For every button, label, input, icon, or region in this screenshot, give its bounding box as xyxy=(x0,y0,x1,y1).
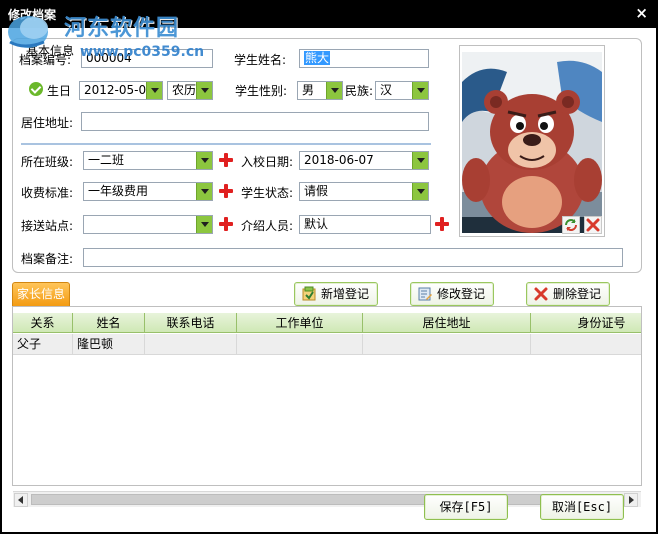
edit-record-label: 修改登记 xyxy=(437,287,486,301)
save-button[interactable]: 保存[F5] xyxy=(424,494,508,520)
referrer-field[interactable]: 默认 xyxy=(299,215,431,234)
refresh-photo-icon xyxy=(565,219,577,231)
table-header: 关系 姓名 联系电话 工作单位 居住地址 身份证号 xyxy=(13,313,641,333)
file-number-field[interactable]: 000004 xyxy=(81,49,213,68)
bear-photo-image xyxy=(462,52,602,233)
column-header[interactable]: 居住地址 xyxy=(363,313,531,333)
delete-record-button[interactable]: 删除登记 xyxy=(526,282,610,306)
fee-select[interactable]: 一年级费用 xyxy=(83,182,213,201)
calendar-type-select[interactable]: 农历 xyxy=(167,81,213,100)
status-value: 请假 xyxy=(304,184,329,198)
enroll-date-value: 2018-06-07 xyxy=(304,153,374,167)
dropdown-arrow-icon[interactable] xyxy=(196,216,212,233)
title-bar: 修改档案 × xyxy=(0,0,658,28)
remark-field[interactable] xyxy=(83,248,623,267)
refresh-photo-button[interactable] xyxy=(562,216,580,234)
delete-record-icon xyxy=(534,287,548,301)
dropdown-arrow-icon[interactable] xyxy=(146,82,162,99)
student-name-label: 学生姓名: xyxy=(234,53,287,67)
gender-label: 学生性别: xyxy=(235,84,288,98)
delete-photo-button[interactable] xyxy=(584,216,602,234)
status-label: 学生状态: xyxy=(241,186,294,200)
dropdown-arrow-icon[interactable] xyxy=(326,82,342,99)
dropdown-arrow-icon[interactable] xyxy=(196,82,212,99)
birthday-picker[interactable]: 2012-05-01 xyxy=(79,81,163,100)
add-record-label: 新增登记 xyxy=(321,287,370,301)
column-header[interactable]: 姓名 xyxy=(73,313,145,333)
add-record-icon xyxy=(302,286,316,301)
cancel-button[interactable]: 取消[Esc] xyxy=(540,494,624,520)
dropdown-arrow-icon[interactable] xyxy=(412,82,428,99)
birthday-value: 2012-05-01 xyxy=(84,83,154,97)
scroll-right-button[interactable] xyxy=(624,493,638,507)
student-photo xyxy=(462,52,602,233)
fee-label: 收费标准: xyxy=(21,186,74,200)
dropdown-arrow-icon[interactable] xyxy=(196,152,212,169)
enroll-date-label: 入校日期: xyxy=(241,155,294,169)
class-label: 所在班级: xyxy=(21,155,74,169)
add-referrer-icon[interactable] xyxy=(435,217,449,231)
photo-frame xyxy=(459,45,605,237)
remark-label: 档案备注: xyxy=(21,252,74,266)
column-header[interactable]: 关系 xyxy=(13,313,73,333)
section-divider xyxy=(21,143,431,145)
pickup-label: 接送站点: xyxy=(21,219,74,233)
delete-record-label: 删除登记 xyxy=(553,287,602,301)
birthday-label: 生日 xyxy=(47,84,72,98)
delete-photo-icon xyxy=(586,218,600,232)
ethnicity-value: 汉 xyxy=(380,83,393,97)
column-header[interactable]: 联系电话 xyxy=(145,313,237,333)
gender-value: 男 xyxy=(302,83,315,97)
table-cell xyxy=(237,334,363,355)
edit-file-window: 修改档案 × 基本信息 档案编号: 000004 学生姓名: 熊大 生日 201… xyxy=(0,0,658,534)
table-cell: 父子 xyxy=(13,334,73,355)
birthday-checkbox[interactable] xyxy=(29,82,43,96)
column-header[interactable]: 工作单位 xyxy=(237,313,363,333)
edit-record-button[interactable]: 修改登记 xyxy=(410,282,494,306)
basic-info-group: 基本信息 档案编号: 000004 学生姓名: 熊大 生日 2012-05-01… xyxy=(12,38,642,273)
address-label: 居住地址: xyxy=(21,116,74,130)
student-name-field[interactable]: 熊大 xyxy=(299,49,429,68)
dropdown-arrow-icon[interactable] xyxy=(196,183,212,200)
table-cell xyxy=(145,334,237,355)
fee-value: 一年级费用 xyxy=(88,184,149,198)
calendar-type-value: 农历 xyxy=(172,83,197,97)
dropdown-arrow-icon[interactable] xyxy=(412,152,428,169)
class-select[interactable]: 一二班 xyxy=(83,151,213,170)
scroll-thumb[interactable] xyxy=(31,494,621,505)
dialog-body: 基本信息 档案编号: 000004 学生姓名: 熊大 生日 2012-05-01… xyxy=(2,28,656,532)
referrer-label: 介绍人员: xyxy=(241,219,294,233)
status-select[interactable]: 请假 xyxy=(299,182,429,201)
pickup-select[interactable] xyxy=(83,215,213,234)
scroll-left-button[interactable] xyxy=(14,493,28,507)
student-name-value: 熊大 xyxy=(304,51,331,65)
parent-info-panel: 关系 姓名 联系电话 工作单位 居住地址 身份证号 父子 隆巴顿 xyxy=(12,306,642,507)
dropdown-arrow-icon[interactable] xyxy=(412,183,428,200)
edit-record-icon xyxy=(418,287,432,301)
file-number-label: 档案编号: xyxy=(19,53,72,67)
add-fee-icon[interactable] xyxy=(219,184,233,198)
tab-parent-info[interactable]: 家长信息 xyxy=(12,282,70,306)
arrow-left-icon xyxy=(18,496,23,504)
add-record-button[interactable]: 新增登记 xyxy=(294,282,378,306)
table-cell: 隆巴顿 xyxy=(73,334,145,355)
table-row[interactable]: 父子 隆巴顿 xyxy=(13,334,641,355)
address-field[interactable] xyxy=(81,112,429,131)
table-cell xyxy=(363,334,531,355)
close-button[interactable]: × xyxy=(635,5,648,21)
parents-table: 关系 姓名 联系电话 工作单位 居住地址 身份证号 父子 隆巴顿 xyxy=(13,313,641,478)
column-header[interactable]: 身份证号 xyxy=(531,313,641,333)
arrow-right-icon xyxy=(629,496,634,504)
table-cell xyxy=(531,334,641,355)
add-pickup-icon[interactable] xyxy=(219,217,233,231)
add-class-icon[interactable] xyxy=(219,153,233,167)
enroll-date-picker[interactable]: 2018-06-07 xyxy=(299,151,429,170)
window-title: 修改档案 xyxy=(8,8,57,22)
ethnicity-label: 民族: xyxy=(345,84,374,98)
gender-select[interactable]: 男 xyxy=(297,81,343,100)
ethnicity-select[interactable]: 汉 xyxy=(375,81,429,100)
class-value: 一二班 xyxy=(88,153,125,167)
